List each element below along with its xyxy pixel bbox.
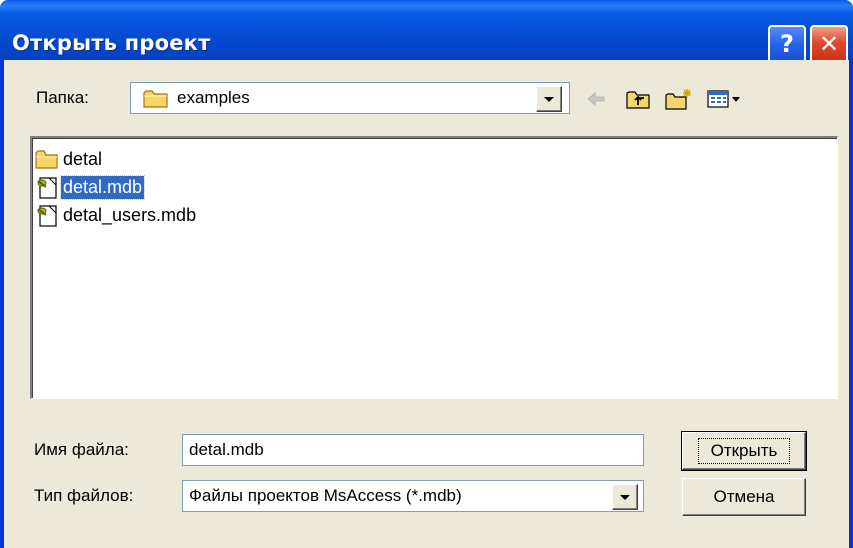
up-folder-button[interactable] (622, 86, 654, 112)
look-in-dropdown-button[interactable] (536, 86, 562, 112)
filename-input[interactable]: detal.mdb (182, 434, 644, 466)
close-icon: ✕ (818, 30, 840, 58)
filetype-select[interactable]: Файлы проектов MsAccess (*.mdb) (182, 480, 644, 512)
cancel-button[interactable]: Отмена (682, 478, 806, 516)
open-button[interactable]: Открыть (681, 431, 807, 471)
file-list[interactable]: detal detal.mdb detal_users.mdb (30, 136, 838, 399)
filetype-dropdown-button[interactable] (612, 484, 638, 510)
close-button[interactable]: ✕ (810, 25, 848, 63)
list-item[interactable]: detal_users.mdb (35, 202, 198, 228)
file-name: detal (63, 148, 103, 169)
list-item-folder[interactable]: detal (35, 146, 104, 172)
look-in-label: Папка: (36, 88, 89, 108)
filetype-label-text: Тип файлов: (34, 486, 134, 505)
up-folder-icon (626, 91, 650, 109)
back-button[interactable] (582, 86, 610, 112)
new-folder-icon (665, 89, 691, 110)
look-in-combo[interactable]: examples (130, 82, 570, 114)
open-button-label: Открыть (697, 438, 791, 464)
list-item-selected[interactable]: detal.mdb (35, 174, 146, 200)
view-menu-button[interactable] (704, 86, 744, 112)
filetype-value: Файлы проектов MsAccess (*.mdb) (189, 486, 462, 505)
help-icon: ? (780, 30, 794, 58)
window-title: Открыть проект (12, 31, 211, 55)
mdb-file-icon (37, 205, 57, 227)
chevron-down-icon (544, 96, 554, 102)
dialog-body: Папка: examples detal detal.mdb detal_us… (4, 60, 849, 548)
file-name: detal.mdb (59, 174, 146, 200)
filename-value: detal.mdb (189, 440, 264, 459)
filename-label: Имя файла: (34, 440, 129, 460)
open-project-dialog: Открыть проект ? ✕ Папка: examples detal… (0, 0, 853, 548)
look-in-value: examples (177, 88, 250, 107)
chevron-down-icon (620, 494, 630, 500)
new-folder-button[interactable] (662, 86, 696, 112)
filename-label-text: Имя файла: (34, 440, 129, 459)
title-bar[interactable]: Открыть проект ? ✕ (0, 0, 853, 63)
view-menu-icon (707, 90, 740, 108)
back-icon (587, 92, 605, 106)
help-button[interactable]: ? (768, 25, 806, 63)
folder-icon (143, 90, 168, 108)
cancel-button-label: Отмена (713, 487, 775, 506)
file-name: detal_users.mdb (63, 204, 197, 225)
mdb-file-icon (37, 177, 57, 199)
folder-icon (35, 150, 58, 169)
filetype-label: Тип файлов: (34, 486, 133, 506)
look-in-label-text: Папка: (36, 88, 89, 107)
